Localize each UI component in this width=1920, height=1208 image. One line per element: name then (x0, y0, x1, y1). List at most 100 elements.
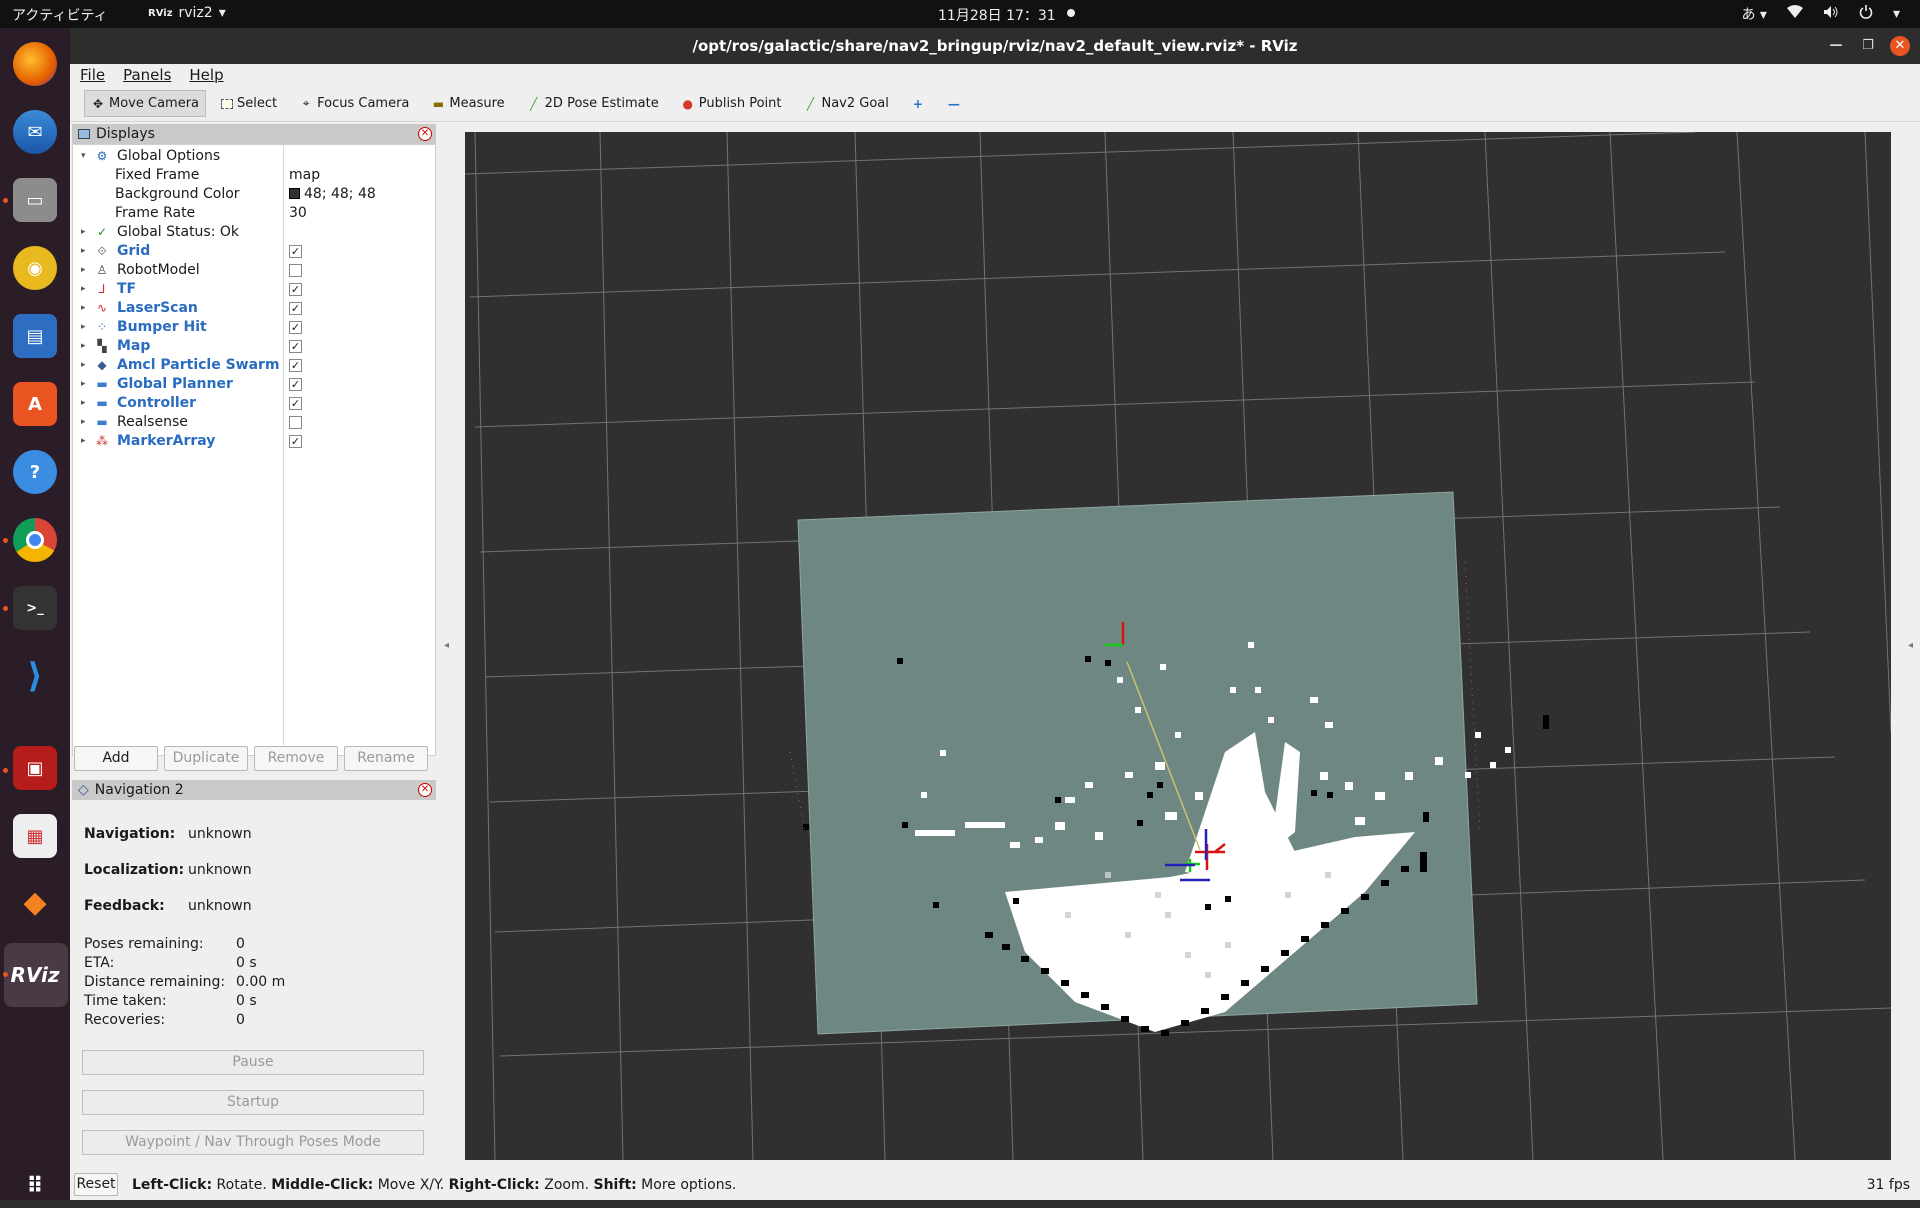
volume-icon (1823, 5, 1839, 23)
close-panel-button[interactable]: ✕ (418, 783, 432, 797)
expand-arrow-icon[interactable]: ▸ (81, 242, 91, 261)
tf-checkbox[interactable]: ✓ (289, 283, 302, 296)
tree-row-map[interactable]: ▸ ▚ Map ✓ (73, 337, 433, 356)
amcl-particle-swarm-checkbox[interactable]: ✓ (289, 359, 302, 372)
select-tool[interactable]: Select (214, 90, 284, 117)
menu-panels[interactable]: Panels (123, 66, 171, 84)
frame-rate-value[interactable]: 30 (289, 204, 307, 223)
fixed-frame-value[interactable]: map (289, 166, 320, 185)
realsense-checkbox[interactable] (289, 416, 302, 429)
tree-row-global-options[interactable]: ▾ ⚙ Global Options (73, 147, 433, 166)
menu-bar: File Panels Help (70, 64, 1920, 86)
pose-estimate-icon: ╱ (530, 96, 538, 111)
focus-camera-tool[interactable]: ⌖ Focus Camera (292, 90, 416, 117)
controller-checkbox[interactable]: ✓ (289, 397, 302, 410)
reset-button[interactable]: Reset (74, 1173, 118, 1196)
activities-button[interactable]: アクティビティ (12, 5, 108, 25)
displays-tree[interactable]: ▾ ⚙ Global Options Fixed Frame map Backg… (72, 144, 436, 756)
system-tray[interactable]: あ ▾ ▾ (1741, 4, 1900, 24)
laserscan-checkbox[interactable]: ✓ (289, 302, 302, 315)
expand-arrow-icon[interactable]: ▸ (81, 356, 91, 375)
bumper-hit-checkbox[interactable]: ✓ (289, 321, 302, 334)
measure-tool[interactable]: ▬ Measure (424, 90, 511, 117)
tree-row-controller[interactable]: ▸ ▬ Controller ✓ (73, 394, 433, 413)
background-color-value[interactable]: 48; 48; 48 (289, 185, 376, 204)
thunderbird-icon[interactable]: ✉ (13, 110, 57, 154)
nav2-goal-tool[interactable]: ╱ Nav2 Goal (796, 90, 895, 117)
maximize-button[interactable]: ❐ (1858, 36, 1878, 56)
robotmodel-checkbox[interactable] (289, 264, 302, 277)
add-button[interactable]: Add (74, 746, 158, 771)
tree-row-tf[interactable]: ▸ ⅃ TF ✓ (73, 280, 433, 299)
libreoffice-writer-icon[interactable]: ▤ (13, 314, 57, 358)
app-menu[interactable]: RViz rviz2 ▾ (148, 5, 226, 21)
expand-arrow-icon[interactable]: ▾ (81, 147, 91, 166)
global-planner-checkbox[interactable]: ✓ (289, 378, 302, 391)
folder-icon: ▬ (96, 377, 108, 391)
clock[interactable]: 11月28日 17：31 (938, 5, 1056, 25)
expand-arrow-icon[interactable]: ▸ (81, 223, 91, 242)
add-tool-button[interactable]: + (904, 91, 932, 117)
rhythmbox-icon[interactable]: ◉ (13, 246, 57, 290)
expand-arrow-icon[interactable]: ▸ (81, 394, 91, 413)
software-center-icon[interactable]: A (13, 382, 57, 426)
tree-row-amcl-particle-swarm[interactable]: ▸ ◆ Amcl Particle Swarm ✓ (73, 356, 433, 375)
expand-arrow-icon[interactable]: ▸ (81, 299, 91, 318)
pose-estimate-tool[interactable]: ╱ 2D Pose Estimate (520, 90, 666, 117)
collapse-left-arrow-icon[interactable]: ◂ (444, 640, 449, 651)
remove-button[interactable]: Remove (254, 746, 338, 771)
sublime-icon[interactable]: ◆ (13, 880, 57, 924)
tree-row-fixed-frame[interactable]: Fixed Frame map (73, 166, 433, 185)
remove-tool-button[interactable]: — (940, 91, 968, 117)
files-icon[interactable]: ▭ (13, 178, 57, 222)
expand-arrow-icon[interactable]: ▸ (81, 432, 91, 451)
app-menu-label: rviz2 (178, 5, 213, 21)
grid-checkbox[interactable]: ✓ (289, 245, 302, 258)
expand-arrow-icon[interactable]: ▸ (81, 318, 91, 337)
tree-row-global-status[interactable]: ▸ ✓ Global Status: Ok (73, 223, 433, 242)
tree-row-markerarray[interactable]: ▸ ⁂ MarkerArray ✓ (73, 432, 433, 451)
document-viewer-icon[interactable]: ▦ (13, 814, 57, 858)
chrome-icon[interactable] (13, 518, 57, 562)
tree-row-bumper-hit[interactable]: ▸ ⁘ Bumper Hit ✓ (73, 318, 433, 337)
terminator-icon[interactable]: ▣ (13, 746, 57, 790)
show-apps-icon[interactable]: ⠿ (13, 1164, 57, 1208)
expand-arrow-icon[interactable]: ▸ (81, 261, 91, 280)
help-icon[interactable]: ? (13, 450, 57, 494)
terminal-icon[interactable]: >_ (13, 586, 57, 630)
expand-arrow-icon[interactable]: ▸ (81, 337, 91, 356)
input-method-indicator[interactable]: あ ▾ (1741, 4, 1766, 24)
map-checkbox[interactable]: ✓ (289, 340, 302, 353)
publish-point-tool[interactable]: ● Publish Point (674, 90, 789, 117)
window-titlebar[interactable]: /opt/ros/galactic/share/nav2_bringup/rvi… (70, 28, 1920, 64)
collapse-right-arrow-icon[interactable]: ◂ (1908, 640, 1913, 651)
rename-button[interactable]: Rename (344, 746, 428, 771)
vscode-icon[interactable]: ⟩ (13, 654, 57, 698)
firefox-icon[interactable] (13, 42, 57, 86)
waypoint-mode-button[interactable]: Waypoint / Nav Through Poses Mode (82, 1130, 424, 1155)
pause-button[interactable]: Pause (82, 1050, 424, 1075)
tree-row-global-planner[interactable]: ▸ ▬ Global Planner ✓ (73, 375, 433, 394)
expand-arrow-icon[interactable]: ▸ (81, 375, 91, 394)
tree-row-background-color[interactable]: Background Color 48; 48; 48 (73, 185, 433, 204)
expand-arrow-icon[interactable]: ▸ (81, 413, 91, 432)
startup-button[interactable]: Startup (82, 1090, 424, 1115)
render-3d-view[interactable] (465, 132, 1891, 1160)
tree-row-laserscan[interactable]: ▸ ∿ LaserScan ✓ (73, 299, 433, 318)
time-taken: Time taken: 0 s (84, 993, 257, 1009)
tree-row-robotmodel[interactable]: ▸ ♙ RobotModel (73, 261, 433, 280)
expand-arrow-icon[interactable]: ▸ (81, 280, 91, 299)
wifi-icon (1786, 5, 1803, 23)
menu-file[interactable]: File (80, 66, 105, 84)
tree-row-realsense[interactable]: ▸ ▬ Realsense (73, 413, 433, 432)
move-camera-tool[interactable]: ✥ Move Camera (84, 90, 207, 117)
tree-row-grid[interactable]: ▸ ⟐ Grid ✓ (73, 242, 433, 261)
tree-row-frame-rate[interactable]: Frame Rate 30 (73, 204, 433, 223)
minimize-button[interactable]: — (1826, 36, 1846, 56)
menu-help[interactable]: Help (189, 66, 223, 84)
rviz-icon[interactable]: RViz (10, 953, 59, 997)
close-button[interactable]: ✕ (1890, 36, 1910, 56)
markerarray-checkbox[interactable]: ✓ (289, 435, 302, 448)
close-panel-button[interactable]: ✕ (418, 127, 432, 141)
duplicate-button[interactable]: Duplicate (164, 746, 248, 771)
